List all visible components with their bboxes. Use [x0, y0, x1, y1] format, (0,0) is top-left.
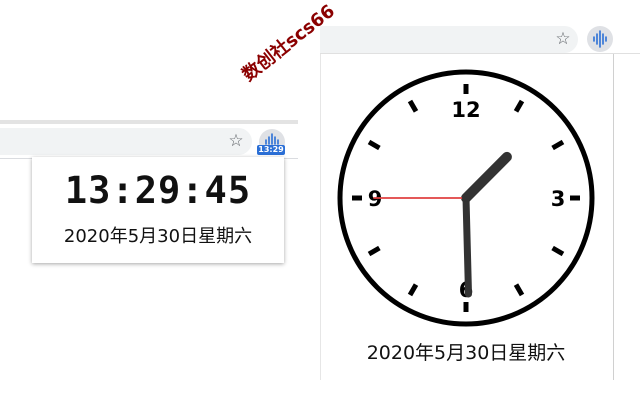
minute-hand: [462, 194, 473, 298]
right-address-bar[interactable]: [320, 26, 578, 53]
digital-clock-popup: 13:29:45 2020年5月30日星期六: [32, 157, 284, 263]
numeral-9: 9: [368, 187, 383, 211]
analog-clock: 12 3 6 9: [337, 69, 595, 327]
numeral-12: 12: [451, 98, 480, 122]
digital-time: 13:29:45: [64, 169, 252, 212]
extension-time-badge: 13:29: [257, 145, 285, 155]
clock-center-pin: [462, 194, 470, 202]
left-tabstrip-edge: [0, 120, 298, 124]
numeral-3: 3: [551, 187, 566, 211]
star-icon[interactable]: ☆: [553, 28, 573, 50]
digital-date: 2020年5月30日星期六: [63, 226, 253, 247]
analog-date: 2020年5月30日星期六: [366, 342, 566, 364]
clock-extension-button[interactable]: [587, 26, 613, 52]
screenshot-stage: ☆ 13:29 13:29:45 2020年5月30日星期六 数创社scs66 …: [0, 0, 640, 400]
left-address-bar[interactable]: [0, 128, 252, 155]
star-icon[interactable]: ☆: [226, 130, 246, 152]
waveform-icon: [593, 30, 607, 48]
